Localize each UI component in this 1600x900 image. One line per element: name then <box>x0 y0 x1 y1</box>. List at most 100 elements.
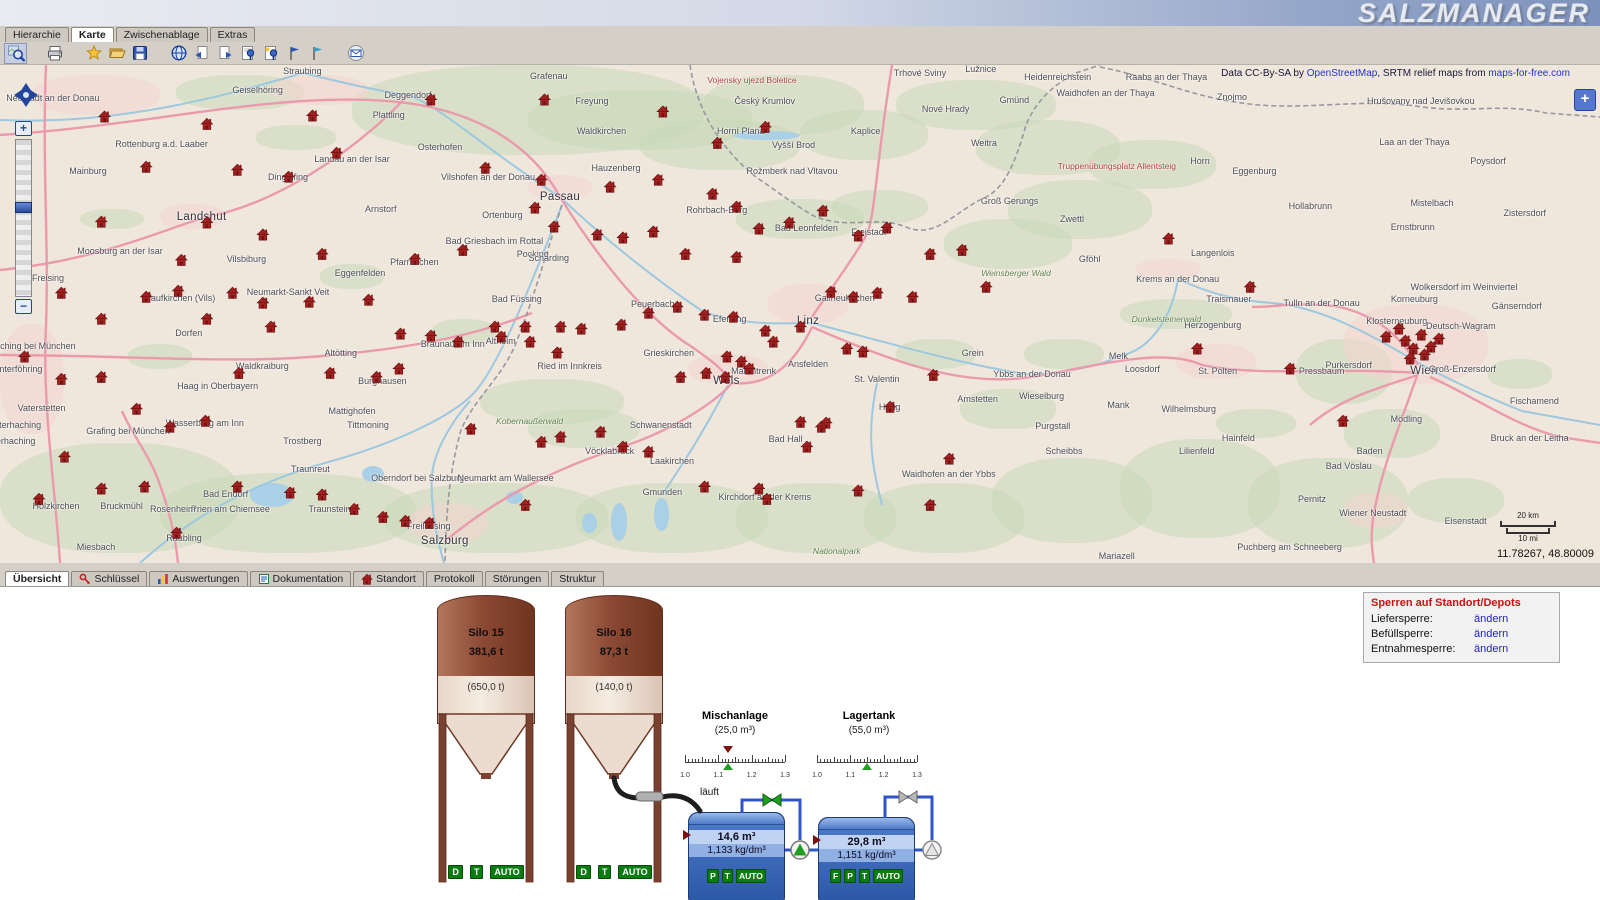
depot-marker[interactable] <box>591 229 603 240</box>
depot-marker[interactable] <box>884 401 896 412</box>
depot-marker[interactable] <box>731 201 743 212</box>
depot-marker[interactable] <box>371 371 383 382</box>
zoom-out-button[interactable]: − <box>15 299 32 314</box>
depot-marker[interactable] <box>727 311 739 322</box>
depot-marker[interactable] <box>393 363 405 374</box>
pan-control[interactable] <box>8 77 44 113</box>
depot-marker[interactable] <box>721 351 733 362</box>
tab-schlussel[interactable]: Schlüssel <box>71 571 147 586</box>
depot-marker[interactable] <box>699 309 711 320</box>
openstreetmap-link[interactable]: OpenStreetMap <box>1307 68 1378 79</box>
open-folder-icon[interactable] <box>105 43 128 64</box>
depot-marker[interactable] <box>425 330 437 341</box>
globe-icon[interactable] <box>167 43 190 64</box>
depot-marker[interactable] <box>95 313 107 324</box>
depot-marker[interactable] <box>731 251 743 262</box>
depot-marker[interactable] <box>199 415 211 426</box>
depot-marker[interactable] <box>409 253 421 264</box>
pin-page-2-icon[interactable] <box>259 43 282 64</box>
depot-marker[interactable] <box>820 417 832 428</box>
depot-marker[interactable] <box>535 174 547 185</box>
depot-marker[interactable] <box>201 118 213 129</box>
depot-marker[interactable] <box>231 164 243 175</box>
tab-storungen[interactable]: Störungen <box>485 571 549 586</box>
tab-hierarchie[interactable]: Hierarchie <box>5 27 69 42</box>
tab-zwischenablage[interactable]: Zwischenablage <box>116 27 208 42</box>
flag-pin-1-icon[interactable] <box>282 43 305 64</box>
depot-marker[interactable] <box>652 174 664 185</box>
aendern-link[interactable]: ändern <box>1474 643 1508 655</box>
depot-marker[interactable] <box>671 301 683 312</box>
depot-marker[interactable] <box>555 321 567 332</box>
depot-marker[interactable] <box>699 481 711 492</box>
zoom-slider[interactable] <box>15 139 32 297</box>
pan-center-dot[interactable] <box>21 90 31 100</box>
depot-marker[interactable] <box>841 343 853 354</box>
print-icon[interactable] <box>43 43 66 64</box>
depot-marker[interactable] <box>316 248 328 259</box>
depot-marker[interactable] <box>172 285 184 296</box>
depot-marker[interactable] <box>1244 281 1256 292</box>
flag-pin-2-icon[interactable] <box>305 43 328 64</box>
depot-marker[interactable] <box>767 336 779 347</box>
depot-marker[interactable] <box>801 441 813 452</box>
depot-marker[interactable] <box>331 147 343 158</box>
tab-extras[interactable]: Extras <box>210 27 256 42</box>
depot-marker[interactable] <box>227 287 239 298</box>
depot-marker[interactable] <box>707 188 719 199</box>
tab-ubersicht[interactable]: Übersicht <box>5 571 69 586</box>
favorites-icon[interactable] <box>82 43 105 64</box>
depot-marker[interactable] <box>795 416 807 427</box>
depot-marker[interactable] <box>201 313 213 324</box>
depot-marker[interactable] <box>303 296 315 307</box>
map-canvas[interactable]: StraubingGrafenauFreyungDeggendorfPlattl… <box>0 65 1600 563</box>
mail-icon[interactable] <box>344 43 367 64</box>
depot-marker[interactable] <box>465 423 477 434</box>
depot-marker[interactable] <box>679 248 691 259</box>
depot-marker[interactable] <box>643 446 655 457</box>
depot-marker[interactable] <box>759 325 771 336</box>
depot-marker[interactable] <box>395 328 407 339</box>
depot-marker[interactable] <box>324 367 336 378</box>
depot-marker[interactable] <box>852 230 864 241</box>
depot-marker[interactable] <box>131 403 143 414</box>
depot-marker[interactable] <box>643 307 655 318</box>
depot-marker[interactable] <box>1191 343 1203 354</box>
depot-marker[interactable] <box>265 321 277 332</box>
tab-dokumentation[interactable]: Dokumentation <box>250 571 352 586</box>
depot-marker[interactable] <box>604 181 616 192</box>
depot-marker[interactable] <box>164 421 176 432</box>
tab-karte[interactable]: Karte <box>71 27 114 42</box>
depot-marker[interactable] <box>257 297 269 308</box>
layer-switcher-button[interactable]: + <box>1574 89 1596 111</box>
depot-marker[interactable] <box>519 321 531 332</box>
page-next-icon[interactable] <box>213 43 236 64</box>
maps-for-free-link[interactable]: maps-for-free.com <box>1488 68 1570 79</box>
depot-marker[interactable] <box>95 371 107 382</box>
depot-marker[interactable] <box>283 171 295 182</box>
depot-marker[interactable] <box>647 226 659 237</box>
depot-marker[interactable] <box>457 244 469 255</box>
depot-marker[interactable] <box>980 281 992 292</box>
depot-marker[interactable] <box>489 321 501 332</box>
depot-marker[interactable] <box>1337 415 1349 426</box>
save-icon[interactable] <box>128 43 151 64</box>
tab-auswertungen[interactable]: Auswertungen <box>149 571 247 586</box>
depot-marker[interactable] <box>233 367 245 378</box>
zoom-map-icon[interactable] <box>4 43 27 64</box>
depot-marker[interactable] <box>575 323 587 334</box>
depot-marker[interactable] <box>927 369 939 380</box>
aendern-link[interactable]: ändern <box>1474 613 1508 625</box>
depot-marker[interactable] <box>924 248 936 259</box>
depot-marker[interactable] <box>55 287 67 298</box>
depot-marker[interactable] <box>140 291 152 302</box>
depot-marker[interactable] <box>753 483 765 494</box>
pin-page-1-icon[interactable] <box>236 43 259 64</box>
depot-marker[interactable] <box>617 232 629 243</box>
pan-east-arrow[interactable] <box>29 89 44 101</box>
depot-marker[interactable] <box>551 347 563 358</box>
depot-marker[interactable] <box>943 453 955 464</box>
page-prev-icon[interactable] <box>190 43 213 64</box>
depot-marker[interactable] <box>479 162 491 173</box>
depot-marker[interactable] <box>257 229 269 240</box>
